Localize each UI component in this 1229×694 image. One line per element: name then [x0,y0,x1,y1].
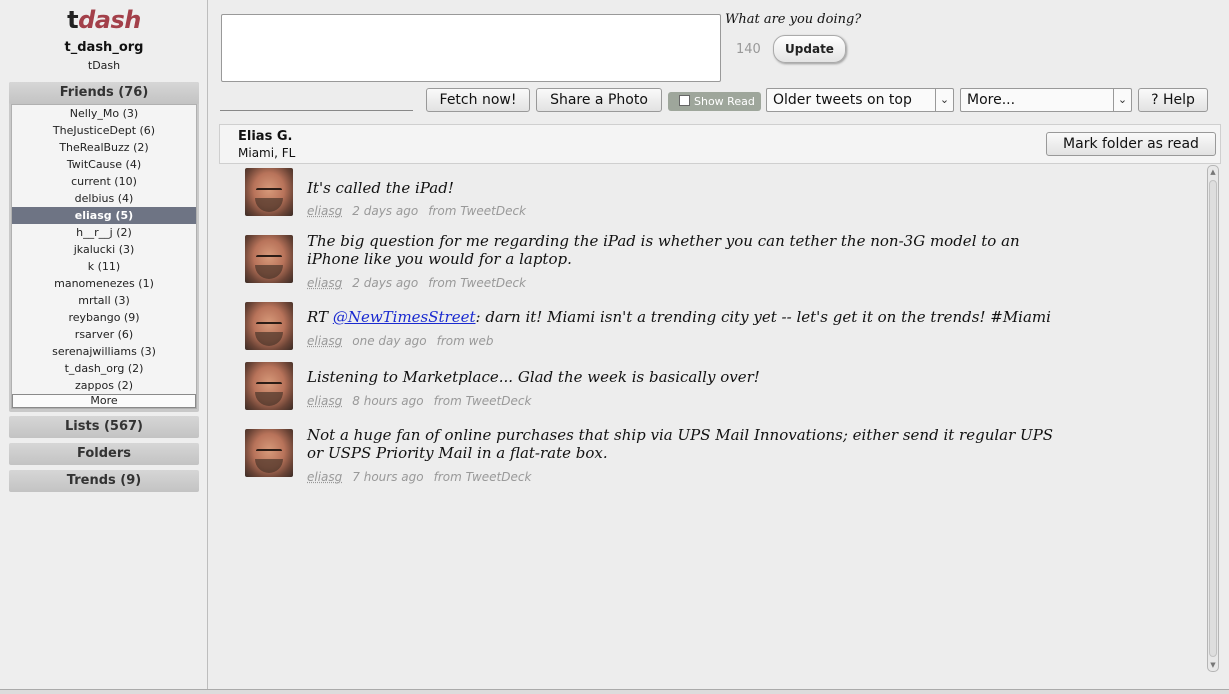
tweet-source: from TweetDeck [433,394,532,408]
friend-item[interactable]: serenajwilliams (3) [12,343,196,360]
friends-header[interactable]: Friends (76) [9,82,199,104]
friend-item[interactable]: h__r__j (2) [12,224,196,241]
arrow-up-icon[interactable]: ▲ [1208,166,1218,178]
mention-link[interactable]: @NewTimesStreet [333,308,476,326]
tweet-list: It's called the iPad! eliasg 2 days ago fr… [220,164,1205,674]
profile-header: Elias G. Miami, FL Mark folder as read [219,124,1221,164]
scrollbar[interactable]: ▲ ▼ [1207,165,1219,672]
app-logo[interactable]: tdash [0,6,208,34]
tweet-text: RT @NewTimesStreet: darn it! Miami isn't… [307,308,1067,326]
tweet-source: from TweetDeck [428,276,526,290]
tweet-user-link[interactable]: eliasg [307,276,342,290]
account-name: t_dash_org [64,40,144,55]
tweet-text-suffix: : darn it! Miami isn't a trending city y… [475,308,1051,326]
friend-item[interactable]: mrtall (3) [12,292,196,309]
friend-item[interactable]: Nelly_Mo (3) [12,105,196,122]
logo-t: t [67,6,79,34]
avatar[interactable] [245,429,293,477]
compose-prompt: What are you doing? [725,12,862,27]
friend-item[interactable]: reybango (9) [12,309,196,326]
avatar[interactable] [245,168,293,216]
tweet-text: The big question for me regarding the iP… [307,232,1020,268]
tweet-time[interactable]: 2 days ago [352,276,418,290]
tweet-text: Listening to Marketplace... Glad the wee… [307,368,760,386]
arrow-down-icon[interactable]: ▼ [1208,659,1218,671]
scroll-thumb[interactable] [1209,180,1217,657]
checkbox-icon[interactable] [679,95,690,106]
tweet-user-link[interactable]: eliasg [307,334,342,348]
divider [220,110,413,111]
friend-item[interactable]: delbius (4) [12,190,196,207]
lists-section[interactable]: Lists (567) [9,416,199,438]
tweet-source: from web [436,334,494,348]
tweet-meta: eliasg 2 days ago from TweetDeck [307,276,526,290]
tweet-time[interactable]: 8 hours ago [352,394,423,408]
tweet-time[interactable]: 7 hours ago [352,470,423,484]
friends-section: Friends (76) Nelly_Mo (3) TheJusticeDept… [9,82,199,412]
tweet-order-select[interactable]: Older tweets on top ⌄ [766,88,954,112]
friends-list: Nelly_Mo (3) TheJusticeDept (6) TheRealB… [11,104,197,409]
tweet-source: from TweetDeck [433,470,532,484]
profile-name: Elias G. [238,129,293,144]
more-select[interactable]: More... ⌄ [960,88,1132,112]
tweet-time[interactable]: one day ago [352,334,426,348]
profile-location: Miami, FL [238,146,296,160]
tweet-meta: eliasg 8 hours ago from TweetDeck [307,394,531,408]
tweet-user-link[interactable]: eliasg [307,470,342,484]
folders-section[interactable]: Folders [9,443,199,465]
friend-item[interactable]: TheJusticeDept (6) [12,122,196,139]
friend-item[interactable]: jkalucki (3) [12,241,196,258]
char-counter: 140 [736,42,761,57]
tweet-meta: eliasg one day ago from web [307,334,493,348]
help-button[interactable]: ? Help [1138,88,1208,112]
mark-folder-read-button[interactable]: Mark folder as read [1046,132,1216,156]
friend-item-selected[interactable]: eliasg (5) [12,207,196,224]
friend-item[interactable]: rsarver (6) [12,326,196,343]
tweet-meta: eliasg 2 days ago from TweetDeck [307,204,526,218]
friend-item[interactable]: current (10) [12,173,196,190]
tweet-order-value: Older tweets on top [773,92,912,108]
more-select-value: More... [967,92,1016,108]
chevron-down-icon: ⌄ [935,89,953,111]
share-photo-button[interactable]: Share a Photo [536,88,662,112]
friends-more-button[interactable]: More [12,394,196,408]
bottom-border [0,689,1229,694]
friend-item[interactable]: zappos (2) [12,377,196,394]
friend-item[interactable]: k (11) [12,258,196,275]
tweet-text: Not a huge fan of online purchases that … [307,426,1054,462]
trends-section[interactable]: Trends (9) [9,470,199,492]
status-input[interactable] [221,14,721,82]
tweet-time[interactable]: 2 days ago [352,204,418,218]
friend-item[interactable]: t_dash_org (2) [12,360,196,377]
chevron-down-icon: ⌄ [1113,89,1131,111]
tweet-user-link[interactable]: eliasg [307,204,342,218]
avatar[interactable] [245,302,293,350]
friend-item[interactable]: TwitCause (4) [12,156,196,173]
tweet-user-link[interactable]: eliasg [307,394,342,408]
friend-item[interactable]: manomenezes (1) [12,275,196,292]
tweet-text: It's called the iPad! [307,179,454,197]
avatar[interactable] [245,362,293,410]
avatar[interactable] [245,235,293,283]
update-button[interactable]: Update [773,35,846,63]
fetch-now-button[interactable]: Fetch now! [426,88,530,112]
tweet-source: from TweetDeck [428,204,526,218]
show-read-toggle[interactable]: Show Read [668,92,761,111]
show-read-label: Show Read [694,95,755,108]
account-subtitle: tDash [87,59,121,72]
friend-item[interactable]: TheRealBuzz (2) [12,139,196,156]
sidebar: tdash t_dash_org tDash Friends (76) Nell… [0,0,208,690]
logo-dash: dash [78,6,141,34]
tweet-text-prefix: RT [307,308,333,326]
tweet-meta: eliasg 7 hours ago from TweetDeck [307,470,531,484]
